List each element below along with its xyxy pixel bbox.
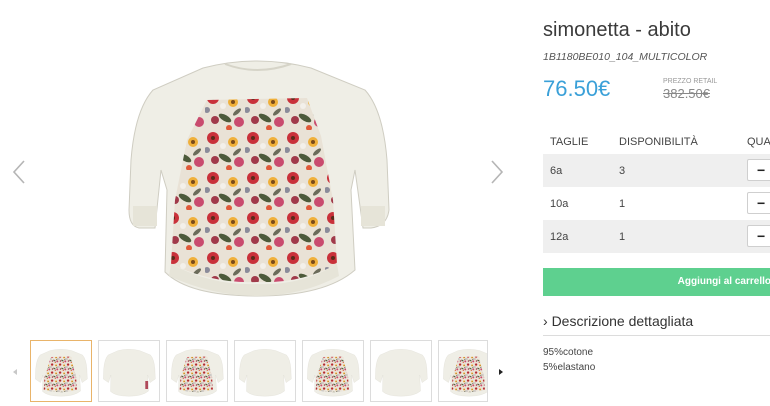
product-sku: 1B1180BE010_104_MULTICOLOR: [543, 51, 708, 63]
thumb-prev-button[interactable]: [10, 365, 20, 377]
availability-cell: 1: [619, 231, 626, 243]
description-line: 95%cotone: [543, 347, 594, 358]
thumbnail-image: [171, 349, 224, 397]
sizes-table-header: TAGLIE DISPONIBILITÀ QUA: [543, 130, 770, 154]
thumbnail-image: [35, 349, 88, 397]
product-price: 76.50€: [543, 76, 611, 101]
divider: [543, 335, 770, 336]
product-main-image[interactable]: [125, 50, 390, 300]
thumbnail-4[interactable]: [234, 340, 296, 402]
table-row: 6a 3 −: [543, 154, 770, 187]
add-to-cart-button[interactable]: Aggiungi al carrello: [543, 268, 770, 296]
thumbnail-5[interactable]: [302, 340, 364, 402]
description-heading: Descrizione dettagliata: [551, 313, 694, 329]
thumbnail-image: [307, 349, 360, 397]
caret-right-icon: [499, 369, 503, 375]
thumb-next-button[interactable]: [496, 365, 506, 377]
thumbnail-image: [239, 349, 292, 397]
product-title: simonetta - abito: [543, 19, 691, 41]
table-row: 10a 1 −: [543, 187, 770, 220]
retail-price: 382.50€: [663, 86, 710, 101]
size-cell: 6a: [550, 165, 563, 177]
thumbnail-3[interactable]: [166, 340, 228, 402]
gallery-next-button[interactable]: [484, 155, 508, 189]
header-availability: DISPONIBILITÀ: [619, 136, 698, 148]
thumbnail-1[interactable]: [30, 340, 92, 402]
description-line: 5%elastano: [543, 362, 596, 373]
chevron-right-icon: ›: [543, 313, 548, 329]
header-quantity: QUA: [747, 136, 770, 148]
gallery-prev-button[interactable]: [8, 155, 32, 189]
thumbnail-2[interactable]: [98, 340, 160, 402]
caret-left-icon: [13, 369, 17, 375]
thumbnail-image: [103, 349, 156, 397]
quantity-decrease-button[interactable]: −: [747, 159, 770, 181]
thumbnail-strip: [0, 338, 520, 404]
size-cell: 12a: [550, 231, 569, 243]
retail-price-label: PREZZO RETAIL: [663, 78, 718, 85]
quantity-decrease-button[interactable]: −: [747, 192, 770, 214]
size-cell: 10a: [550, 198, 569, 210]
chevron-left-icon: [12, 160, 25, 184]
thumbnail-image: [375, 349, 428, 397]
thumbnail-6[interactable]: [370, 340, 432, 402]
description-toggle[interactable]: › Descrizione dettagliata: [543, 313, 693, 329]
availability-cell: 1: [619, 198, 626, 210]
thumbnail-7[interactable]: [438, 340, 488, 402]
product-info-panel: simonetta - abito 1B1180BE010_104_MULTIC…: [543, 0, 770, 406]
quantity-decrease-button[interactable]: −: [747, 225, 770, 247]
availability-cell: 3: [619, 165, 626, 177]
chevron-right-icon: [491, 160, 504, 184]
thumbnail-image: [443, 349, 487, 397]
product-gallery: [0, 0, 520, 406]
header-size: TAGLIE: [550, 136, 589, 148]
table-row: 12a 1 −: [543, 220, 770, 253]
sizes-table: TAGLIE DISPONIBILITÀ QUA 6a 3 − 10a 1 − …: [543, 130, 770, 253]
